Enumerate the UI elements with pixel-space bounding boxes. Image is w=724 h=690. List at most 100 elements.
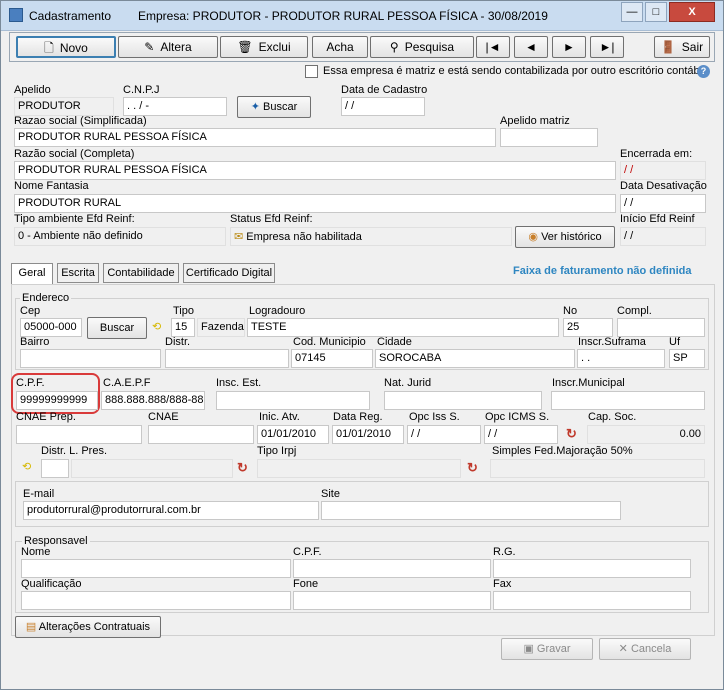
resp-rg-field[interactable] — [493, 559, 691, 578]
uf-field[interactable]: SP — [669, 349, 705, 368]
close-button[interactable]: X — [669, 2, 715, 22]
maximize-button[interactable]: □ — [645, 2, 667, 22]
cnae-prep-field[interactable] — [16, 425, 142, 444]
distr-label: Distr. — [165, 336, 191, 348]
cpf-field[interactable]: 99999999999 — [16, 391, 98, 410]
refresh-icon[interactable]: ↻ — [566, 426, 577, 442]
tipo-label: Tipo — [173, 305, 194, 317]
nome-fantasia-field[interactable]: PRODUTOR RURAL — [14, 194, 616, 213]
data-cadastro-label: Data de Cadastro — [341, 84, 428, 96]
inscr-municipal-field[interactable] — [551, 391, 705, 410]
altera-label: Altera — [160, 40, 192, 54]
yellow-link-icon[interactable]: ⟲ — [22, 460, 31, 473]
opc-icms-field[interactable]: / / — [484, 425, 558, 444]
endereco-group-label: Endereco — [20, 292, 72, 304]
cep-label: Cep — [20, 305, 41, 317]
resp-qualificacao-label: Qualificação — [21, 578, 82, 590]
history-icon: ◉ — [528, 231, 538, 243]
razao-completa-field[interactable]: PRODUTOR RURAL PESSOA FÍSICA — [14, 161, 616, 180]
prev-record-button[interactable]: ◄ — [514, 36, 548, 58]
cancela-button[interactable]: ✕ Cancela — [599, 638, 691, 660]
insc-est-field[interactable] — [216, 391, 370, 410]
distr-field[interactable] — [165, 349, 289, 368]
tab-certificado-digital[interactable]: Certificado Digital — [183, 263, 275, 283]
gravar-button[interactable]: ▣ Gravar — [501, 638, 593, 660]
refresh-icon[interactable]: ↻ — [237, 460, 248, 476]
nat-jurid-field[interactable] — [384, 391, 542, 410]
distr-l-pres-code-field[interactable] — [41, 459, 69, 478]
apelido-field[interactable]: PRODUTOR — [14, 97, 114, 116]
app-title: Cadastramento — [29, 9, 112, 23]
resp-fax-label: Fax — [493, 578, 512, 590]
cnpj-field[interactable]: . . / - — [123, 97, 227, 116]
save-icon: ▣ — [523, 643, 534, 655]
resp-cpf-field[interactable] — [293, 559, 491, 578]
app-icon — [9, 8, 23, 22]
email-field[interactable]: produtorrural@produtorrural.com.br — [23, 501, 319, 520]
tipo-code-field[interactable]: 15 — [171, 318, 195, 337]
acha-button[interactable]: Acha — [312, 36, 368, 58]
exclui-label: Exclui — [258, 40, 291, 54]
data-reg-field[interactable]: 01/01/2010 — [332, 425, 404, 444]
alteracoes-contratuais-button[interactable]: ▤ Alterações Contratuais — [15, 616, 161, 638]
faixa-faturamento-text: Faixa de faturamento não definida — [513, 265, 692, 277]
encerrada-field[interactable]: / / — [620, 161, 706, 180]
nat-jurid-label: Nat. Jurid — [384, 377, 432, 389]
title-bar: Cadastramento Empresa: PRODUTOR - PRODUT… — [1, 1, 723, 31]
tipo-irpj-label: Tipo Irpj — [257, 445, 297, 457]
pesquisa-label: Pesquisa — [404, 40, 455, 54]
help-icon[interactable]: ? — [697, 65, 710, 78]
site-field[interactable] — [321, 501, 621, 520]
cap-soc-label: Cap. Soc. — [588, 411, 637, 423]
sair-button[interactable]: 🚪 Sair — [654, 36, 710, 58]
pesquisa-button[interactable]: ⚲ Pesquisa — [370, 36, 474, 58]
apelido-matriz-field[interactable] — [500, 128, 598, 147]
buscar-cep-button[interactable]: Buscar — [87, 317, 147, 339]
bairro-field[interactable] — [20, 349, 161, 368]
ver-historico-button[interactable]: ◉ Ver histórico — [515, 226, 615, 248]
inic-atv-field[interactable]: 01/01/2010 — [257, 425, 329, 444]
status-document-icon: ✉ — [234, 231, 244, 243]
razao-simplificada-field[interactable]: PRODUTOR RURAL PESSOA FÍSICA — [14, 128, 496, 147]
bairro-label: Bairro — [20, 336, 50, 348]
cod-municipio-field[interactable]: 07145 — [291, 349, 373, 368]
data-desativacao-field[interactable]: / / — [620, 194, 706, 213]
inscr-suframa-field[interactable]: . . — [577, 349, 665, 368]
yellow-link-icon[interactable]: ⟲ — [152, 320, 161, 333]
nome-fantasia-label: Nome Fantasia — [14, 180, 89, 192]
tipo-ambiente-field[interactable]: 0 - Ambiente não definido — [14, 227, 226, 246]
opc-icms-label: Opc ICMS S. — [485, 411, 550, 423]
cnae-field[interactable] — [148, 425, 254, 444]
cep-field[interactable]: 05000-000 — [20, 318, 82, 337]
resp-nome-field[interactable] — [21, 559, 291, 578]
minimize-button[interactable]: — — [621, 2, 643, 22]
opc-iss-field[interactable]: / / — [407, 425, 481, 444]
novo-label: Novo — [59, 41, 88, 55]
new-document-icon: 🗋 — [44, 41, 54, 55]
logradouro-field[interactable]: TESTE — [247, 318, 559, 337]
last-record-button[interactable]: ►| — [590, 36, 624, 58]
data-cadastro-field[interactable]: / / — [341, 97, 425, 116]
cap-soc-field[interactable]: 0.00 — [587, 425, 705, 444]
simples-label: Simples Fed.Majoração 50% — [492, 445, 633, 457]
matriz-checkbox[interactable] — [305, 65, 318, 78]
buscar-cnpj-button[interactable]: ✦ Buscar — [237, 96, 311, 118]
compl-field[interactable] — [617, 318, 705, 337]
inicio-efd-field[interactable]: / / — [620, 227, 706, 246]
cancela-label: Cancela — [630, 643, 672, 655]
resp-fax-field[interactable] — [493, 591, 691, 610]
tab-geral[interactable]: Geral — [11, 263, 53, 285]
tab-escrita[interactable]: Escrita — [57, 263, 99, 283]
resp-qualificacao-field[interactable] — [21, 591, 291, 610]
resp-fone-field[interactable] — [293, 591, 491, 610]
first-record-button[interactable]: |◄ — [476, 36, 510, 58]
next-record-button[interactable]: ► — [552, 36, 586, 58]
exclui-button[interactable]: 🗑 Exclui — [220, 36, 308, 58]
altera-button[interactable]: ✎ Altera — [118, 36, 218, 58]
cidade-field[interactable]: SOROCABA — [375, 349, 575, 368]
numero-field[interactable]: 25 — [563, 318, 613, 337]
tab-contabilidade[interactable]: Contabilidade — [103, 263, 179, 283]
novo-button[interactable]: 🗋 Novo — [16, 36, 116, 58]
refresh-icon[interactable]: ↻ — [467, 460, 478, 476]
caepf-field[interactable]: 888.888.888/888-88 — [101, 391, 205, 410]
